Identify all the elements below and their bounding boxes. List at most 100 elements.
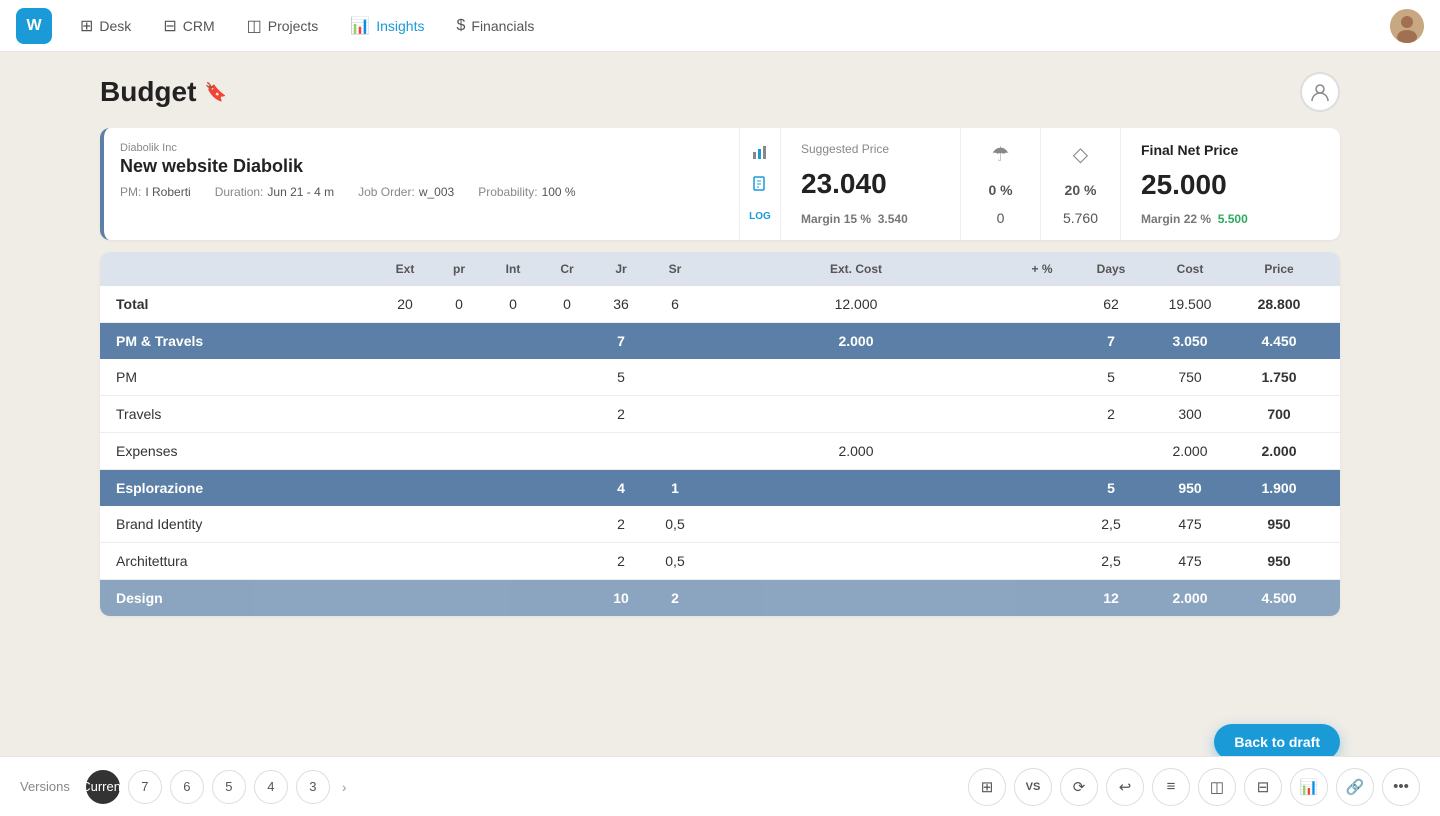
section-pm-cost: 3.050 <box>1150 333 1230 349</box>
total-ext-cost: 12.000 <box>704 296 1008 312</box>
job-order-label: Job Order: <box>358 185 415 199</box>
main-content: Budget 🔖 Diabolik Inc New website Diabol… <box>0 52 1440 698</box>
tool-more-btn[interactable]: ••• <box>1382 768 1420 806</box>
final-price-margin: Margin 22 % 5.500 <box>1141 212 1320 226</box>
project-name: New website Diabolik <box>120 156 723 177</box>
top-navigation: W ⊞ Desk ⊟ CRM ◫ Projects 📊 Insights $ F… <box>0 0 1440 52</box>
row-travels-jr: 2 <box>596 406 646 422</box>
total-int: 0 <box>488 296 538 312</box>
section-pm-jr: 7 <box>596 333 646 349</box>
bookmark-icon[interactable]: 🔖 <box>204 82 226 103</box>
job-order-value: w_003 <box>419 185 454 199</box>
page-title-text: Budget <box>100 76 196 108</box>
nav-crm[interactable]: ⊟ CRM <box>151 10 226 42</box>
project-card: Diabolik Inc New website Diabolik PM: I … <box>100 128 1340 240</box>
row-pm-days: 5 <box>1076 369 1146 385</box>
col-pr: pr <box>434 262 484 276</box>
row-arch-sr: 0,5 <box>650 553 700 569</box>
col-days: Days <box>1076 262 1146 276</box>
markup-val: 5.760 <box>1061 210 1100 226</box>
nav-insights[interactable]: 📊 Insights <box>338 10 436 42</box>
tool-sync-btn[interactable]: ⟳ <box>1060 768 1098 806</box>
page-title-area: Budget 🔖 <box>100 76 227 108</box>
section-esp-jr: 4 <box>596 480 646 496</box>
col-cost: Cost <box>1150 262 1230 276</box>
document-icon-btn[interactable] <box>744 168 776 200</box>
section-design[interactable]: Design 10 2 12 2.000 4.500 <box>100 580 1340 616</box>
tool-link-btn[interactable]: 🔗 <box>1336 768 1374 806</box>
version-5[interactable]: 5 <box>212 770 246 804</box>
row-pm-cost: 750 <box>1150 369 1230 385</box>
nav-projects[interactable]: ◫ Projects <box>235 10 331 42</box>
section-esp-label: Esplorazione <box>116 480 376 496</box>
tool-layers-btn[interactable]: ◫ <box>1198 768 1236 806</box>
final-margin-value: 5.500 <box>1218 212 1248 226</box>
version-7[interactable]: 7 <box>128 770 162 804</box>
nav-insights-label: Insights <box>376 18 424 34</box>
final-price-value: 25.000 <box>1141 169 1320 201</box>
total-ext: 20 <box>380 296 430 312</box>
row-brand-jr: 2 <box>596 516 646 532</box>
row-expenses-ext-cost: 2.000 <box>704 443 1008 459</box>
pm-label: PM: <box>120 185 141 199</box>
suggested-margin-pct: 15 % <box>844 212 871 226</box>
row-brand-label: Brand Identity <box>116 516 376 532</box>
back-to-draft-button[interactable]: Back to draft <box>1214 724 1340 760</box>
financials-icon: $ <box>456 17 465 35</box>
tool-vs-btn[interactable]: VS <box>1014 768 1052 806</box>
project-info: Diabolik Inc New website Diabolik PM: I … <box>104 128 739 240</box>
row-pm: PM 5 5 750 1.750 <box>100 359 1340 396</box>
section-design-price: 4.500 <box>1234 590 1324 606</box>
nav-desk-label: Desk <box>99 18 131 34</box>
nav-desk[interactable]: ⊞ Desk <box>68 10 143 42</box>
probability-value: 100 % <box>542 185 576 199</box>
markup-card: ◇ 20 % 5.760 <box>1040 128 1120 240</box>
project-meta: PM: I Roberti Duration: Jun 21 - 4 m Job… <box>120 185 723 199</box>
job-order-field: Job Order: w_003 <box>358 185 454 199</box>
row-pm-label: PM <box>116 369 376 385</box>
tool-chart-btn[interactable]: 📊 <box>1290 768 1328 806</box>
version-chevron-icon[interactable]: › <box>338 779 351 795</box>
tag-icon: ◇ <box>1061 142 1100 167</box>
nav-financials[interactable]: $ Financials <box>444 11 546 41</box>
user-avatar[interactable] <box>1390 9 1424 43</box>
discount-pct: 0 % <box>981 182 1020 198</box>
row-travels-price: 700 <box>1234 406 1324 422</box>
version-current[interactable]: Current <box>86 770 120 804</box>
total-row: Total 20 0 0 0 36 6 12.000 62 19.500 28.… <box>100 286 1340 323</box>
suggested-margin-value: 3.540 <box>878 212 908 226</box>
row-travels: Travels 2 2 300 700 <box>100 396 1340 433</box>
final-margin-pct: 22 % <box>1184 212 1211 226</box>
tool-undo-btn[interactable]: ↩ <box>1106 768 1144 806</box>
app-logo[interactable]: W <box>16 8 52 44</box>
total-label: Total <box>116 296 376 312</box>
version-3[interactable]: 3 <box>296 770 330 804</box>
chart-icon-btn[interactable] <box>744 136 776 168</box>
version-6[interactable]: 6 <box>170 770 204 804</box>
total-price: 28.800 <box>1234 296 1324 312</box>
header-user-button[interactable] <box>1300 72 1340 112</box>
row-travels-cost: 300 <box>1150 406 1230 422</box>
total-jr: 36 <box>596 296 646 312</box>
tool-filter-btn[interactable]: ≡ <box>1152 768 1190 806</box>
total-cr: 0 <box>542 296 592 312</box>
projects-icon: ◫ <box>247 16 262 36</box>
bottom-bar: Versions Current 7 6 5 4 3 › ⊞ VS ⟳ ↩ ≡ … <box>0 756 1440 816</box>
row-arch-label: Architettura <box>116 553 376 569</box>
col-price: Price <box>1234 262 1324 276</box>
section-esplorazione[interactable]: Esplorazione 4 1 5 950 1.900 <box>100 470 1340 506</box>
desk-icon: ⊞ <box>80 16 93 36</box>
section-pm-travels[interactable]: PM & Travels 7 2.000 7 3.050 4.450 <box>100 323 1340 359</box>
tool-grid-btn[interactable]: ⊞ <box>968 768 1006 806</box>
version-4[interactable]: 4 <box>254 770 288 804</box>
probability-label: Probability: <box>478 185 537 199</box>
duration-label: Duration: <box>215 185 264 199</box>
suggested-price-label: Suggested Price <box>801 142 940 156</box>
budget-table: Ext pr Int Cr Jr Sr Ext. Cost + % Days C… <box>100 252 1340 616</box>
row-arch-jr: 2 <box>596 553 646 569</box>
duration-value: Jun 21 - 4 m <box>267 185 334 199</box>
log-icon-btn[interactable]: LOG <box>744 200 776 232</box>
col-plus-pct: + % <box>1012 262 1072 276</box>
tool-table-btn[interactable]: ⊟ <box>1244 768 1282 806</box>
nav-financials-label: Financials <box>471 18 534 34</box>
